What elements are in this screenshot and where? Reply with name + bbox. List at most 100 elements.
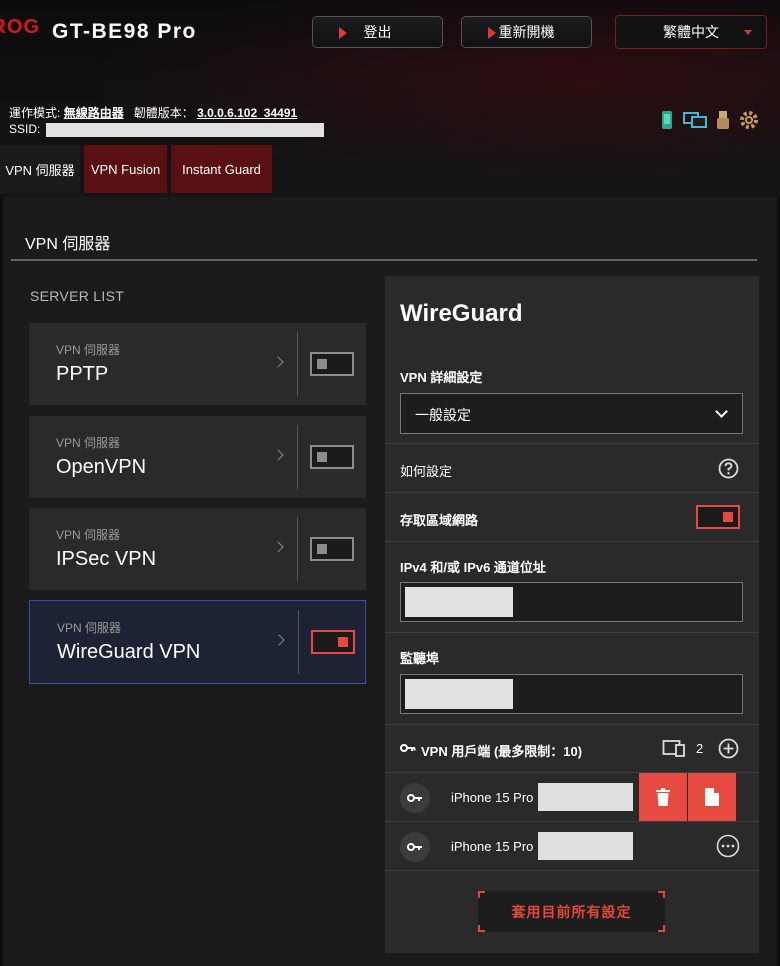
lan-access-toggle[interactable]: [696, 505, 740, 529]
toggle-knob: [723, 512, 733, 522]
advanced-settings-value: 一般設定: [415, 407, 471, 423]
export-config-button[interactable]: [688, 773, 736, 821]
reboot-button[interactable]: 重新開機: [461, 16, 592, 48]
vpn-clients-label: VPN 用戶端 (最多限制：10): [421, 744, 583, 759]
model-name: GT-BE98 Pro: [52, 20, 197, 43]
server-list-label: SERVER LIST: [30, 288, 125, 304]
server-toggle[interactable]: [310, 445, 354, 469]
arrow-icon: [339, 27, 347, 39]
howto-label: 如何設定: [400, 464, 453, 479]
row-divider: [385, 724, 759, 725]
op-mode-label: 運作模式:: [9, 106, 61, 120]
client-key-badge: [400, 783, 430, 813]
tunnel-address-input[interactable]: [400, 582, 743, 622]
tab-vpn-server[interactable]: VPN 伺服器: [0, 145, 80, 193]
server-sub: VPN 伺服器: [56, 436, 121, 450]
tab-instant-guard[interactable]: Instant Guard: [171, 145, 272, 193]
server-card-wireguard[interactable]: VPN 伺服器 WireGuard VPN: [29, 600, 366, 684]
card-divider: [297, 332, 298, 396]
corner-accent: [658, 891, 665, 898]
row-divider: [385, 541, 759, 542]
add-client-icon[interactable]: [718, 738, 739, 759]
client-row[interactable]: iPhone 15 Pro: [385, 822, 759, 871]
ssid-line: SSID:: [9, 122, 325, 137]
server-sub: VPN 伺服器: [56, 343, 121, 357]
tab-label: Instant Guard: [182, 161, 261, 177]
tab-label: VPN 伺服器: [5, 162, 75, 178]
row-divider: [385, 443, 759, 444]
server-name: WireGuard VPN: [57, 641, 201, 663]
client-name-redacted: [538, 783, 633, 811]
page-title: VPN 伺服器: [25, 236, 111, 253]
client-name: iPhone 15 Pro: [451, 839, 534, 854]
card-divider: [298, 610, 299, 674]
devices-icon: [662, 740, 685, 757]
status-icons: [660, 110, 759, 130]
toggle-knob: [338, 637, 348, 647]
ssid-label: SSID:: [9, 122, 41, 136]
server-card-ipsec[interactable]: VPN 伺服器 IPSec VPN: [29, 508, 366, 590]
ssid-value-redacted: [46, 122, 325, 137]
card-divider: [297, 517, 298, 581]
toggle-knob: [317, 544, 327, 554]
server-card-pptp[interactable]: VPN 伺服器 PPTP: [29, 323, 366, 405]
more-options-icon[interactable]: [716, 834, 740, 858]
advanced-settings-select[interactable]: 一般設定: [400, 393, 743, 434]
rog-logo-text: ROG: [0, 16, 40, 38]
title-divider: [11, 259, 757, 261]
usb-icon[interactable]: [716, 110, 730, 130]
row-divider: [385, 870, 759, 871]
listen-port-label: 監聽埠: [400, 651, 440, 666]
gear-icon[interactable]: [739, 110, 759, 130]
delete-client-button[interactable]: [639, 773, 687, 821]
logout-label: 登出: [363, 24, 392, 40]
client-name: iPhone 15 Pro: [451, 790, 534, 805]
corner-accent: [478, 891, 485, 898]
server-name: PPTP: [56, 363, 109, 385]
server-name: IPSec VPN: [56, 548, 157, 570]
key-icon: [407, 843, 422, 851]
op-mode-line: 運作模式: 無線路由器 韌體版本： 3.0.0.6.102_34491: [9, 104, 297, 121]
corner-accent: [658, 925, 665, 932]
language-select[interactable]: 繁體中文: [615, 15, 767, 49]
chevron-right-icon: [272, 356, 284, 368]
client-key-badge: [400, 832, 430, 862]
apply-all-button[interactable]: 套用目前所有設定: [478, 891, 665, 932]
firmware-label: 韌體版本：: [133, 106, 194, 120]
logout-button[interactable]: 登出: [312, 16, 443, 48]
server-toggle[interactable]: [311, 630, 355, 654]
firmware-link[interactable]: 3.0.0.6.102_34491: [197, 106, 297, 120]
trash-icon: [656, 788, 670, 806]
rog-logo: ROG: [0, 16, 40, 45]
row-divider: [385, 632, 759, 633]
op-mode-link[interactable]: 無線路由器: [64, 106, 124, 120]
server-card-openvpn[interactable]: VPN 伺服器 OpenVPN: [29, 416, 366, 498]
help-icon[interactable]: [718, 458, 739, 479]
key-icon: [407, 794, 422, 802]
file-icon: [705, 788, 719, 806]
redacted-value: [405, 679, 513, 709]
listen-port-input[interactable]: [400, 674, 743, 714]
toggle-knob: [317, 452, 327, 462]
network-icon[interactable]: [683, 111, 707, 129]
card-divider: [297, 425, 298, 489]
chevron-right-icon: [272, 541, 284, 553]
chevron-right-icon: [272, 449, 284, 461]
row-divider: [385, 492, 759, 493]
apply-label: 套用目前所有設定: [511, 903, 632, 920]
client-name-redacted: [538, 832, 633, 860]
phone-icon[interactable]: [660, 110, 674, 130]
tunnel-address-label: IPv4 和/或 IPv6 通道位址: [400, 560, 546, 575]
server-toggle[interactable]: [310, 352, 354, 376]
corner-accent: [478, 925, 485, 932]
tab-vpn-fusion[interactable]: VPN Fusion: [84, 145, 167, 193]
redacted-value: [405, 587, 513, 617]
client-row[interactable]: iPhone 15 Pro: [385, 773, 759, 822]
tab-label: VPN Fusion: [90, 161, 161, 177]
reboot-label: 重新開機: [498, 24, 555, 40]
server-toggle[interactable]: [310, 537, 354, 561]
lan-access-label: 存取區域網路: [400, 513, 479, 528]
caret-down-icon: [744, 30, 752, 35]
chevron-down-icon: [715, 405, 728, 418]
chevron-right-icon: [273, 634, 285, 646]
